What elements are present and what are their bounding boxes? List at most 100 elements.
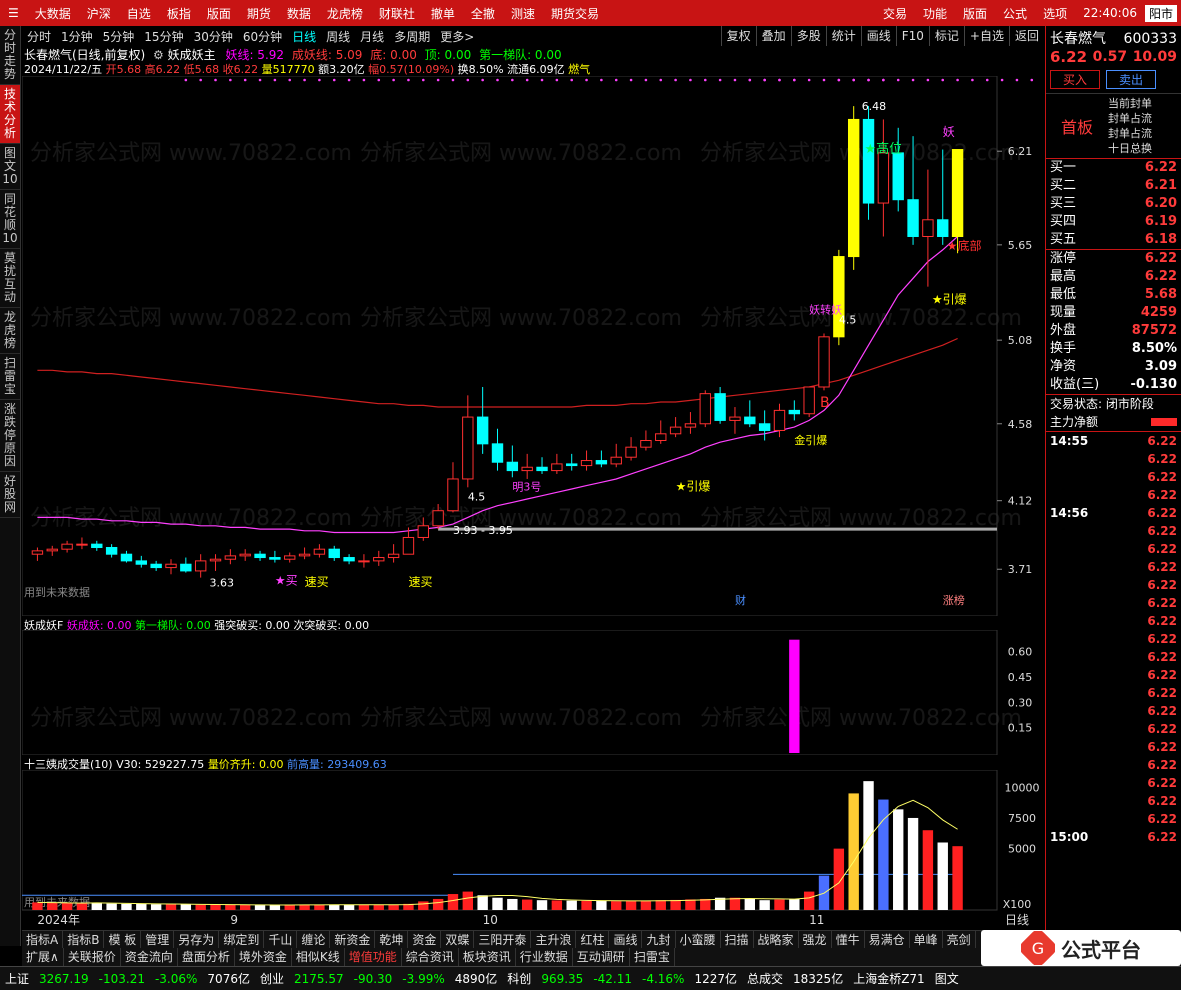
window-button[interactable]: 阳市 bbox=[1144, 4, 1177, 22]
extension-tab-11[interactable]: 扫雷宝 bbox=[630, 948, 675, 966]
indicator-tab-0[interactable]: 指标A bbox=[22, 931, 64, 948]
menu-right-item-1[interactable]: 功能 bbox=[915, 5, 955, 22]
leftnav-item-6[interactable]: 扫雷宝 bbox=[0, 354, 20, 400]
indicator-tab-17[interactable]: 小蛮腰 bbox=[676, 931, 721, 948]
ohlc-sector: 燃气 bbox=[568, 63, 591, 76]
leftnav-item-2[interactable]: 图文10 bbox=[0, 144, 20, 190]
extension-tab-10[interactable]: 互动调研 bbox=[573, 948, 630, 966]
toolbar-btn-4[interactable]: 画线 bbox=[860, 26, 896, 46]
indicator-tab-14[interactable]: 红柱 bbox=[576, 931, 610, 948]
extension-tab-0[interactable]: 扩展∧ bbox=[22, 948, 64, 966]
indicator-tab-19[interactable]: 战略家 bbox=[754, 931, 799, 948]
menu-item-10[interactable]: 全撤 bbox=[463, 5, 503, 22]
indicator-tab-24[interactable]: 亮剑 bbox=[943, 931, 976, 948]
toolbar-btn-7[interactable]: +自选 bbox=[963, 26, 1009, 46]
menu-item-11[interactable]: 测速 bbox=[503, 5, 543, 22]
leftnav-item-0[interactable]: 分时走势 bbox=[0, 26, 20, 85]
index-pct: -4.16% bbox=[642, 971, 685, 986]
server-name[interactable]: 上海金桥Z71 bbox=[848, 970, 930, 987]
extension-tab-3[interactable]: 盘面分析 bbox=[178, 948, 235, 966]
leftnav-item-8[interactable]: 好股网 bbox=[0, 472, 20, 518]
index-name[interactable]: 创业 bbox=[255, 970, 289, 987]
indicator-tab-3[interactable]: 管理 bbox=[141, 931, 175, 948]
indicator-tab-5[interactable]: 绑定到 bbox=[219, 931, 265, 948]
extension-tab-7[interactable]: 综合资讯 bbox=[402, 948, 459, 966]
extension-tab-5[interactable]: 相似K线 bbox=[292, 948, 345, 966]
indicator-tab-8[interactable]: 新资金 bbox=[330, 931, 376, 948]
indicator-name[interactable]: 妖成妖主 bbox=[168, 48, 216, 62]
extension-tab-6[interactable]: 增值功能 bbox=[345, 948, 402, 966]
index-name[interactable]: 科创 bbox=[502, 970, 536, 987]
volume-bar bbox=[329, 904, 340, 910]
toolbar-btn-1[interactable]: 叠加 bbox=[755, 26, 791, 46]
candle bbox=[521, 453, 533, 479]
bid-row: 买二 6.21 bbox=[1046, 177, 1181, 195]
menu-item-8[interactable]: 财联社 bbox=[371, 5, 423, 22]
extension-tab-2[interactable]: 资金流向 bbox=[121, 948, 178, 966]
menu-item-0[interactable]: 大数据 bbox=[27, 5, 79, 22]
extension-tab-8[interactable]: 板块资讯 bbox=[459, 948, 516, 966]
signal-dot bbox=[703, 78, 707, 82]
indicator-tab-1[interactable]: 指标B bbox=[63, 931, 105, 948]
menu-right-item-3[interactable]: 公式 bbox=[995, 5, 1035, 22]
menu-item-1[interactable]: 沪深 bbox=[79, 5, 119, 22]
volume-bar bbox=[848, 793, 859, 910]
indicator-tab-10[interactable]: 资金 bbox=[408, 931, 442, 948]
menu-item-12[interactable]: 期货交易 bbox=[543, 5, 607, 22]
indicator-tab-9[interactable]: 乾坤 bbox=[375, 931, 409, 948]
indicator-tab-23[interactable]: 单峰 bbox=[910, 931, 943, 948]
indicator-tab-22[interactable]: 易满仓 bbox=[865, 931, 910, 948]
main-money-label[interactable]: 主力净额 bbox=[1050, 413, 1098, 431]
leftnav-item-1[interactable]: 技术分析 bbox=[0, 85, 20, 144]
leftnav-item-5[interactable]: 龙虎榜 bbox=[0, 308, 20, 354]
signal-dot bbox=[733, 78, 737, 82]
toolbar-btn-0[interactable]: 复权 bbox=[720, 26, 756, 46]
toolbar-btn-2[interactable]: 多股 bbox=[790, 26, 826, 46]
indicator-tab-6[interactable]: 千山 bbox=[264, 931, 298, 948]
menu-icon[interactable]: ☰ bbox=[0, 6, 27, 20]
buy-button[interactable]: 买入 bbox=[1050, 70, 1101, 89]
sell-button[interactable]: 卖出 bbox=[1106, 70, 1157, 89]
menu-item-4[interactable]: 版面 bbox=[199, 5, 239, 22]
indicator-tab-18[interactable]: 扫描 bbox=[721, 931, 754, 948]
indicator-tab-13[interactable]: 主升浪 bbox=[531, 931, 577, 948]
toolbar-btn-6[interactable]: 标记 bbox=[928, 26, 964, 46]
quote-price-row: 6.22 0.57 10.09 bbox=[1046, 48, 1181, 66]
indicator-tab-12[interactable]: 三阳开泰 bbox=[474, 931, 532, 948]
menu-right-item-2[interactable]: 版面 bbox=[955, 5, 995, 22]
leftnav-item-4[interactable]: 莫扰互动 bbox=[0, 249, 20, 308]
menu-item-2[interactable]: 自选 bbox=[119, 5, 159, 22]
menu-item-7[interactable]: 龙虎榜 bbox=[319, 5, 371, 22]
toolbar-btn-8[interactable]: 返回 bbox=[1008, 26, 1044, 46]
gear-icon[interactable]: ⚙ bbox=[153, 48, 164, 62]
indicator-tab-4[interactable]: 另存为 bbox=[174, 931, 220, 948]
toolbar-btn-5[interactable]: F10 bbox=[895, 26, 929, 46]
leftnav-item-7[interactable]: 涨跌停原因 bbox=[0, 400, 20, 472]
menu-item-9[interactable]: 撤单 bbox=[423, 5, 463, 22]
indicator-tab-7[interactable]: 缠论 bbox=[297, 931, 331, 948]
extension-tab-1[interactable]: 关联报价 bbox=[64, 948, 121, 966]
date-axis-label: 11 bbox=[809, 913, 824, 927]
graphic-text-button[interactable]: 图文 bbox=[930, 970, 964, 987]
indicator-tab-15[interactable]: 画线 bbox=[609, 931, 643, 948]
menu-right-item-4[interactable]: 选项 bbox=[1035, 5, 1075, 22]
toolbar-btn-3[interactable]: 统计 bbox=[825, 26, 861, 46]
indicator-tab-20[interactable]: 强龙 bbox=[799, 931, 832, 948]
indicator-tab-21[interactable]: 懂牛 bbox=[832, 931, 865, 948]
menu-item-5[interactable]: 期货 bbox=[239, 5, 279, 22]
volume-unit: X100 bbox=[1003, 898, 1032, 911]
menu-right-item-0[interactable]: 交易 bbox=[875, 5, 915, 22]
leftnav-item-3[interactable]: 同花顺10 bbox=[0, 190, 20, 249]
menu-item-3[interactable]: 板指 bbox=[159, 5, 199, 22]
indicator-tab-11[interactable]: 双蝶 bbox=[441, 931, 475, 948]
menu-item-6[interactable]: 数据 bbox=[279, 5, 319, 22]
extension-tab-9[interactable]: 行业数据 bbox=[516, 948, 573, 966]
indicator-tab-2[interactable]: 模 板 bbox=[104, 931, 142, 948]
indicator-tab-16[interactable]: 九封 bbox=[642, 931, 676, 948]
volume-pane[interactable]: 1000075005000X100用到未来数据2024年 9 10 11 日线 bbox=[22, 770, 1045, 930]
yaochengyao-pane[interactable]: 0.60 0.45 0.30 0.15 bbox=[22, 630, 1045, 755]
index-name[interactable]: 上证 bbox=[0, 970, 34, 987]
quote-code: 600333 bbox=[1123, 31, 1177, 47]
extension-tab-4[interactable]: 境外资金 bbox=[235, 948, 292, 966]
kline-chart[interactable]: 6.21 5.65 5.08 4.58 4.12 3.71 6.48 ★高位 ★底部 ★引爆 ★引爆… bbox=[22, 76, 1045, 616]
